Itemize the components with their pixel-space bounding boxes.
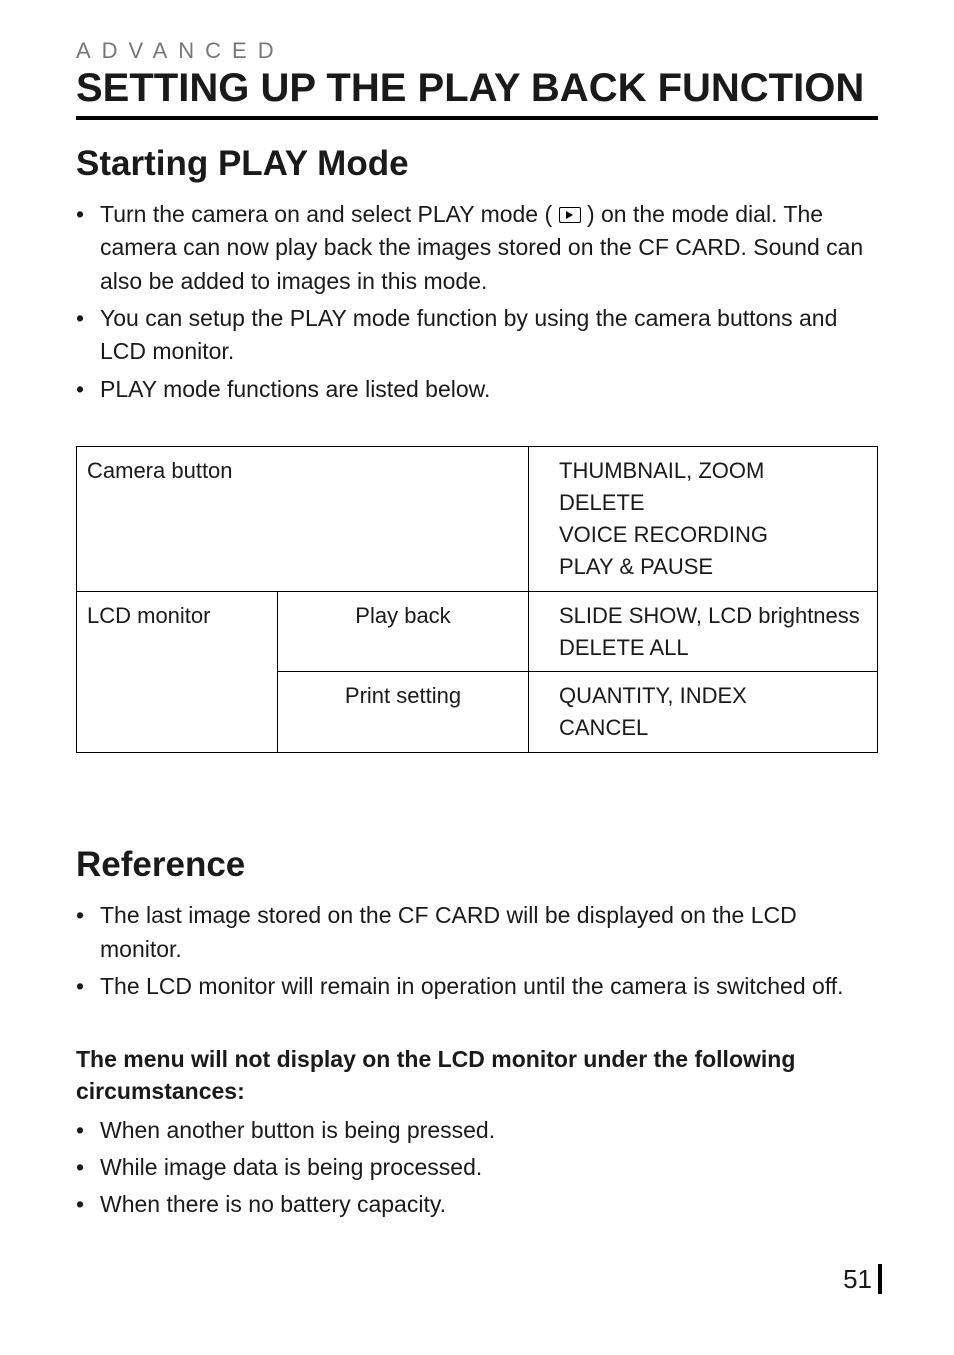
list-item: PLAY mode functions are listed below. (76, 373, 878, 406)
title-rule (76, 116, 878, 120)
table-cell: LCD monitor (77, 591, 278, 753)
starting-play-mode-heading: Starting PLAY Mode (76, 144, 878, 184)
function-table: Camera button THUMBNAIL, ZOOMDELETEVOICE… (76, 446, 878, 753)
warning-heading: The menu will not display on the LCD mon… (76, 1043, 878, 1107)
table-cell: Camera button (77, 447, 529, 592)
play-mode-icon (559, 207, 581, 223)
page-number: 51 (843, 1264, 882, 1295)
list-item: When another button is being pressed. (76, 1114, 878, 1147)
table-cell: THUMBNAIL, ZOOMDELETEVOICE RECORDINGPLAY… (529, 447, 878, 592)
warning-bullets: When another button is being pressed. Wh… (76, 1114, 878, 1222)
table-cell: Play back (278, 591, 529, 672)
page: ADVANCED SETTING UP THE PLAY BACK FUNCTI… (0, 0, 954, 1355)
bullet-text: Turn the camera on and select PLAY mode … (100, 201, 559, 227)
table-cell: QUANTITY, INDEXCANCEL (529, 672, 878, 753)
reference-heading: Reference (76, 845, 878, 885)
intro-bullets: Turn the camera on and select PLAY mode … (76, 198, 878, 406)
list-item: When there is no battery capacity. (76, 1188, 878, 1221)
table-row: LCD monitor Play back SLIDE SHOW, LCD br… (77, 591, 878, 672)
table-row: Camera button THUMBNAIL, ZOOMDELETEVOICE… (77, 447, 878, 592)
section-title: SETTING UP THE PLAY BACK FUNCTION (76, 66, 878, 110)
list-item: The last image stored on the CF CARD wil… (76, 899, 878, 966)
list-item: Turn the camera on and select PLAY mode … (76, 198, 878, 298)
table-cell: SLIDE SHOW, LCD brightnessDELETE ALL (529, 591, 878, 672)
section-kicker: ADVANCED (76, 38, 878, 64)
list-item: The LCD monitor will remain in operation… (76, 970, 878, 1003)
list-item: While image data is being processed. (76, 1151, 878, 1184)
page-number-value: 51 (843, 1264, 872, 1294)
reference-bullets: The last image stored on the CF CARD wil… (76, 899, 878, 1003)
list-item: You can setup the PLAY mode function by … (76, 302, 878, 369)
table-cell: Print setting (278, 672, 529, 753)
page-number-bar-icon (878, 1264, 882, 1294)
